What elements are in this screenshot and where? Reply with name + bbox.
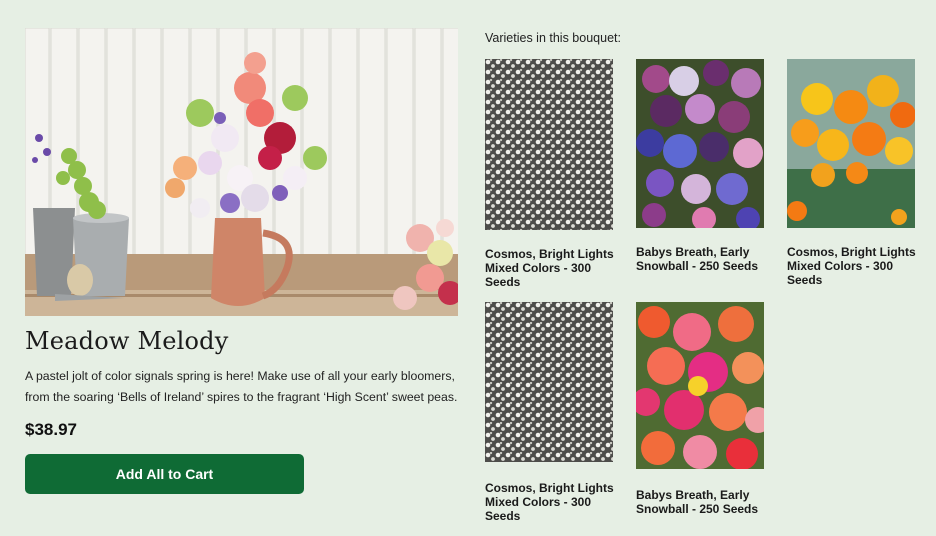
variety-card[interactable]: Babys Breath, Early Snowball - 250 Seeds [636, 59, 768, 273]
variety-name[interactable]: Babys Breath, Early Snowball - 250 Seeds [636, 245, 768, 273]
variety-card[interactable]: Cosmos, Bright Lights Mixed Colors - 300… [485, 59, 617, 289]
variety-name[interactable]: Cosmos, Bright Lights Mixed Colors - 300… [485, 247, 617, 289]
variety-card[interactable]: Cosmos, Bright Lights Mixed Colors - 300… [787, 59, 919, 287]
cornflower-thumbnail[interactable] [636, 59, 768, 233]
variety-name[interactable]: Babys Breath, Early Snowball - 250 Seeds [636, 488, 768, 516]
cosmos-orange-thumbnail[interactable] [787, 59, 919, 233]
product-title: Meadow Melody [25, 327, 229, 355]
babys-breath-thumbnail[interactable] [485, 59, 617, 235]
variety-card[interactable]: Cosmos, Bright Lights Mixed Colors - 300… [485, 302, 617, 523]
variety-card[interactable]: Babys Breath, Early Snowball - 250 Seeds [636, 302, 768, 516]
variety-name[interactable]: Cosmos, Bright Lights Mixed Colors - 300… [787, 245, 919, 287]
babys-breath-thumbnail[interactable] [485, 302, 617, 467]
hero-bouquet-image [25, 28, 458, 316]
zinnia-thumbnail[interactable] [636, 302, 768, 474]
product-description: A pastel jolt of color signals spring is… [25, 369, 458, 404]
add-all-to-cart-button[interactable]: Add All to Cart [25, 454, 304, 494]
variety-name[interactable]: Cosmos, Bright Lights Mixed Colors - 300… [485, 481, 617, 523]
product-price: $38.97 [25, 420, 77, 439]
varieties-heading: Varieties in this bouquet: [485, 31, 621, 45]
